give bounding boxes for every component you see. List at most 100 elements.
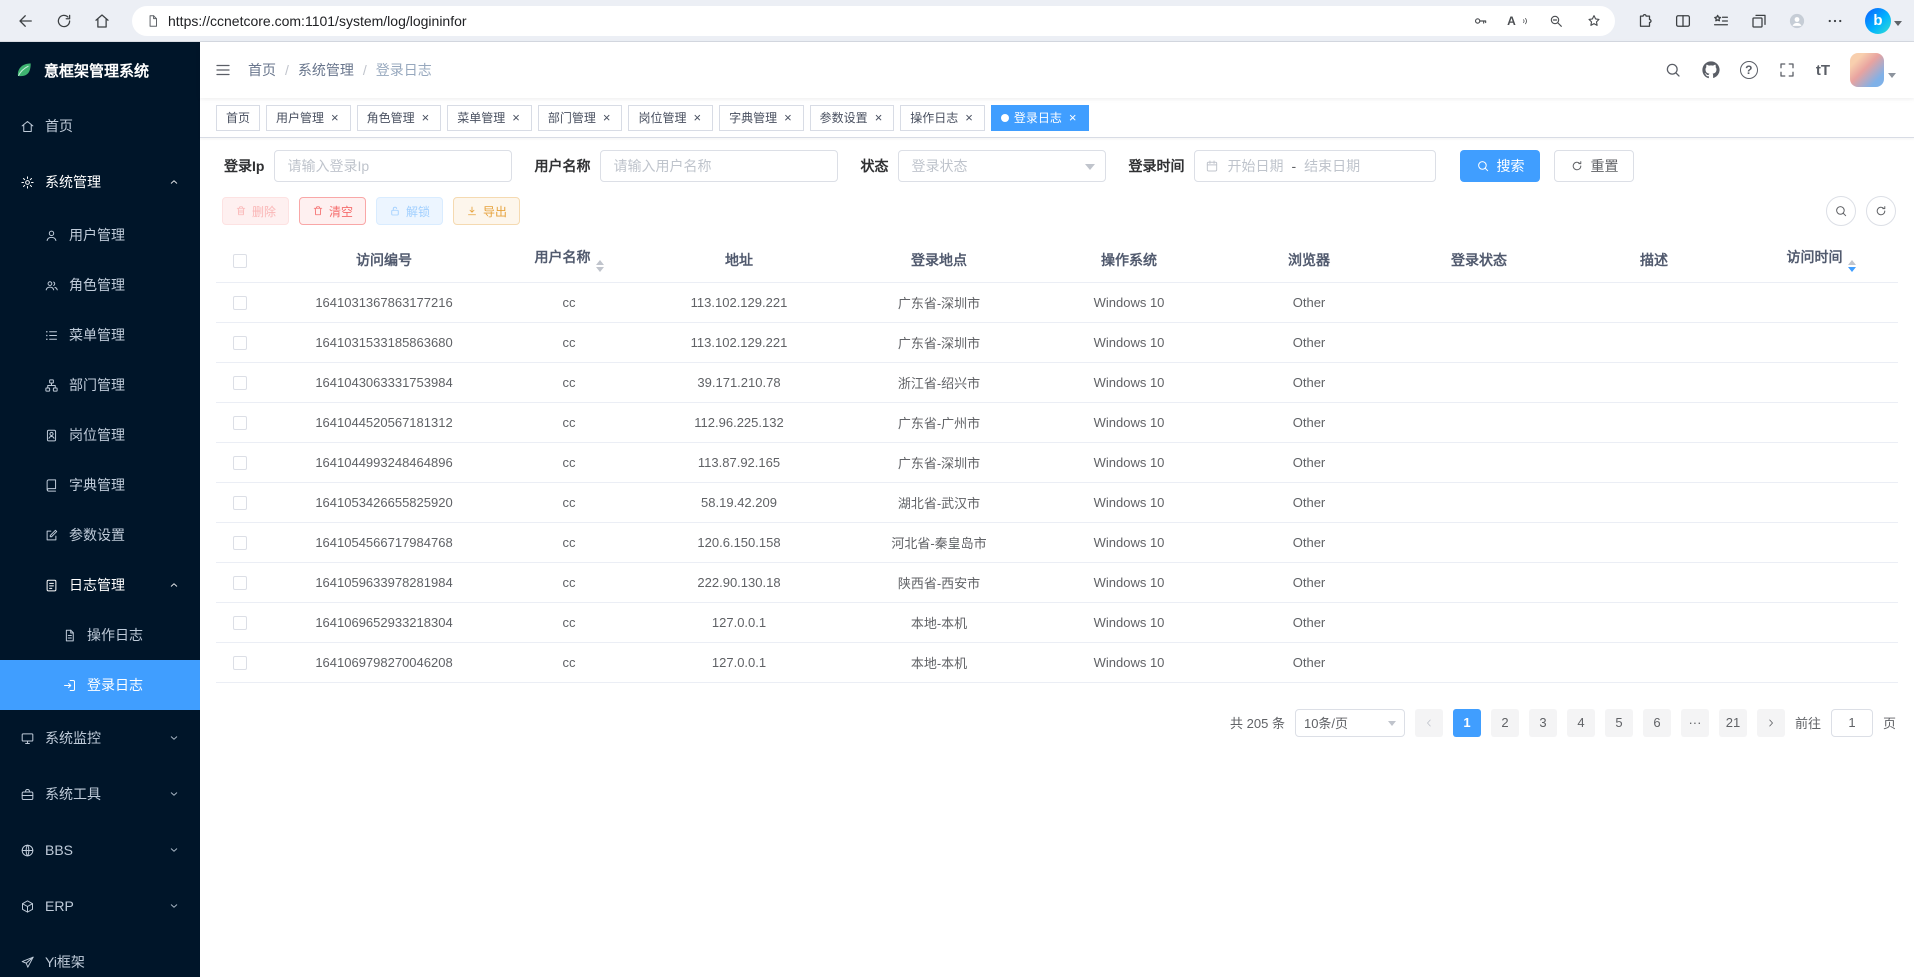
- sidebar-item-yi-framework[interactable]: Yi框架: [0, 934, 200, 977]
- sort-icon[interactable]: [596, 260, 604, 272]
- github-button[interactable]: [1702, 61, 1720, 79]
- extensions-icon[interactable]: [1627, 5, 1663, 37]
- tab-user-mgmt[interactable]: 用户管理×: [266, 105, 351, 131]
- tab-param-settings[interactable]: 参数设置×: [810, 105, 895, 131]
- browser-refresh-button[interactable]: [46, 5, 82, 37]
- zoom-icon[interactable]: [1541, 8, 1571, 34]
- page-button-21[interactable]: 21: [1719, 709, 1747, 737]
- row-checkbox[interactable]: [233, 456, 247, 470]
- end-date-placeholder[interactable]: 结束日期: [1304, 156, 1360, 176]
- app-logo[interactable]: 意框架管理系统: [0, 42, 200, 98]
- close-icon[interactable]: ×: [782, 110, 794, 125]
- sidebar-item-login-log[interactable]: 登录日志: [0, 660, 200, 710]
- fullscreen-button[interactable]: [1778, 61, 1796, 79]
- column-visit-time[interactable]: 访问时间: [1744, 238, 1898, 282]
- row-checkbox[interactable]: [233, 616, 247, 630]
- table-row[interactable]: 1641053426655825920 cc 58.19.42.209 湖北省-…: [216, 482, 1898, 522]
- address-bar[interactable]: https://ccnetcore.com:1101/system/log/lo…: [132, 6, 1615, 36]
- close-icon[interactable]: ×: [691, 110, 703, 125]
- page-button-1[interactable]: 1: [1453, 709, 1481, 737]
- browser-menu-icon[interactable]: [1817, 5, 1853, 37]
- table-row[interactable]: 1641044993248464896 cc 113.87.92.165 广东省…: [216, 442, 1898, 482]
- username-input[interactable]: [600, 150, 838, 182]
- tab-post-mgmt[interactable]: 岗位管理×: [628, 105, 713, 131]
- status-select[interactable]: 登录状态: [898, 150, 1106, 182]
- row-checkbox[interactable]: [233, 336, 247, 350]
- page-button-3[interactable]: 3: [1529, 709, 1557, 737]
- next-page-button[interactable]: [1757, 709, 1785, 737]
- collections-icon[interactable]: [1741, 5, 1777, 37]
- sidebar-toggle-button[interactable]: [214, 61, 232, 79]
- row-checkbox[interactable]: [233, 296, 247, 310]
- export-button[interactable]: 导出: [453, 197, 520, 225]
- delete-button[interactable]: 删除: [222, 197, 289, 225]
- browser-home-button[interactable]: [84, 5, 120, 37]
- favorites-icon[interactable]: [1703, 5, 1739, 37]
- table-row[interactable]: 1641069798270046208 cc 127.0.0.1 本地-本机 W…: [216, 642, 1898, 682]
- avatar[interactable]: [1850, 53, 1884, 87]
- table-row[interactable]: 1641043063331753984 cc 39.171.210.78 浙江省…: [216, 362, 1898, 402]
- saved-password-key-icon[interactable]: [1465, 8, 1495, 34]
- breadcrumb-system-mgmt[interactable]: 系统管理: [298, 60, 354, 80]
- date-range-picker[interactable]: 开始日期 - 结束日期: [1194, 150, 1436, 182]
- reset-button[interactable]: 重置: [1554, 150, 1634, 182]
- row-checkbox[interactable]: [233, 536, 247, 550]
- close-icon[interactable]: ×: [420, 110, 432, 125]
- help-button[interactable]: ?: [1740, 61, 1758, 79]
- sidebar-item-bbs[interactable]: BBS: [0, 822, 200, 878]
- login-ip-input[interactable]: [274, 150, 512, 182]
- sidebar-item-user-mgmt[interactable]: 用户管理: [0, 210, 200, 260]
- split-screen-icon[interactable]: [1665, 5, 1701, 37]
- tab-operation-log[interactable]: 操作日志×: [900, 105, 985, 131]
- select-all-checkbox[interactable]: [233, 254, 247, 268]
- page-ellipsis[interactable]: ···: [1681, 709, 1709, 737]
- page-size-select[interactable]: 10条/页: [1295, 709, 1405, 737]
- prev-page-button[interactable]: [1415, 709, 1443, 737]
- table-row[interactable]: 1641031533185863680 cc 113.102.129.221 广…: [216, 322, 1898, 362]
- sidebar-item-erp[interactable]: ERP: [0, 878, 200, 934]
- sidebar-item-home[interactable]: 首页: [0, 98, 200, 154]
- refresh-table-button[interactable]: [1866, 196, 1896, 226]
- sidebar-item-system-mgmt[interactable]: 系统管理: [0, 154, 200, 210]
- table-row[interactable]: 1641054566717984768 cc 120.6.150.158 河北省…: [216, 522, 1898, 562]
- close-icon[interactable]: ×: [873, 110, 885, 125]
- page-button-4[interactable]: 4: [1567, 709, 1595, 737]
- sidebar-item-role-mgmt[interactable]: 角色管理: [0, 260, 200, 310]
- goto-page-input[interactable]: [1831, 709, 1873, 737]
- tab-menu-mgmt[interactable]: 菜单管理×: [447, 105, 532, 131]
- tab-role-mgmt[interactable]: 角色管理×: [357, 105, 442, 131]
- row-checkbox[interactable]: [233, 656, 247, 670]
- column-username[interactable]: 用户名称: [504, 238, 634, 282]
- sidebar-item-log-mgmt[interactable]: 日志管理: [0, 560, 200, 610]
- close-icon[interactable]: ×: [329, 110, 341, 125]
- toggle-search-button[interactable]: [1826, 196, 1856, 226]
- page-button-5[interactable]: 5: [1605, 709, 1633, 737]
- read-aloud-icon[interactable]: A: [1503, 8, 1533, 34]
- row-checkbox[interactable]: [233, 496, 247, 510]
- table-row[interactable]: 1641031367863177216 cc 113.102.129.221 广…: [216, 282, 1898, 322]
- table-row[interactable]: 1641059633978281984 cc 222.90.130.18 陕西省…: [216, 562, 1898, 602]
- browser-profile-avatar[interactable]: [1779, 5, 1815, 37]
- font-size-button[interactable]: tT: [1816, 62, 1830, 79]
- sidebar-item-post-mgmt[interactable]: 岗位管理: [0, 410, 200, 460]
- close-icon[interactable]: ×: [1067, 110, 1079, 125]
- tab-home[interactable]: 首页: [216, 105, 260, 131]
- row-checkbox[interactable]: [233, 576, 247, 590]
- search-button[interactable]: 搜索: [1460, 150, 1540, 182]
- close-icon[interactable]: ×: [601, 110, 613, 125]
- sort-icon[interactable]: [1848, 260, 1856, 272]
- breadcrumb-home[interactable]: 首页: [248, 60, 276, 80]
- tab-dept-mgmt[interactable]: 部门管理×: [538, 105, 623, 131]
- url-text[interactable]: https://ccnetcore.com:1101/system/log/lo…: [168, 13, 1457, 29]
- sidebar-item-system-tools[interactable]: 系统工具: [0, 766, 200, 822]
- close-icon[interactable]: ×: [510, 110, 522, 125]
- favorite-star-icon[interactable]: [1579, 8, 1609, 34]
- clear-button[interactable]: 清空: [299, 197, 366, 225]
- close-icon[interactable]: ×: [963, 110, 975, 125]
- sidebar-item-dict-mgmt[interactable]: 字典管理: [0, 460, 200, 510]
- sidebar-item-system-monitor[interactable]: 系统监控: [0, 710, 200, 766]
- page-button-6[interactable]: 6: [1643, 709, 1671, 737]
- start-date-placeholder[interactable]: 开始日期: [1227, 156, 1283, 176]
- bing-chat-button[interactable]: b: [1865, 8, 1902, 34]
- unlock-button[interactable]: 解锁: [376, 197, 443, 225]
